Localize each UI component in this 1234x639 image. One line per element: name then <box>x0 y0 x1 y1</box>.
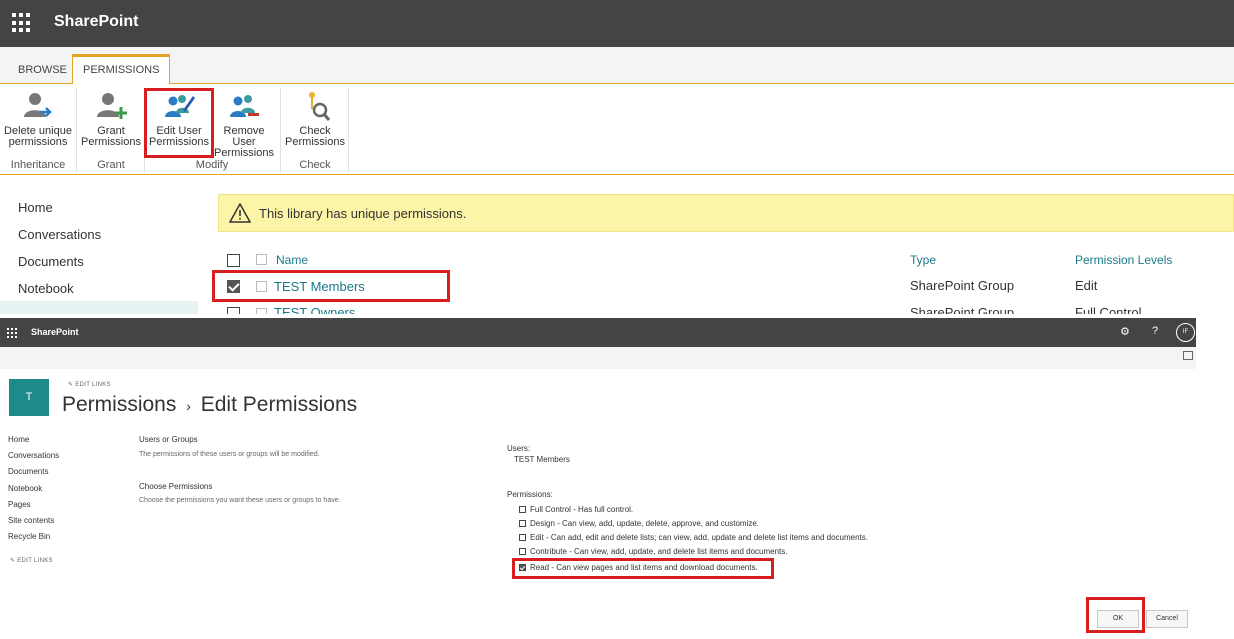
banner-text: This library has unique permissions. <box>259 206 467 221</box>
group-modify-label: Modify <box>195 159 229 171</box>
permission-checkbox[interactable] <box>519 520 526 528</box>
permission-checkbox[interactable] <box>519 534 526 542</box>
nav-home[interactable]: Home <box>18 200 101 227</box>
ribbon-separator <box>76 88 77 172</box>
select-all-secondary-checkbox[interactable] <box>256 254 267 265</box>
column-header-permission-levels[interactable]: Permission Levels <box>1075 253 1172 267</box>
grant-permissions-button[interactable]: Grant Permissions <box>80 90 142 148</box>
breadcrumb-separator: › <box>186 398 191 414</box>
edit-links-top[interactable]: ✎ EDIT LINKS <box>68 381 111 388</box>
highlight-ok-button <box>1086 597 1145 633</box>
nav-conversations[interactable]: Conversations <box>8 451 59 467</box>
row-name-test-owners[interactable]: TEST Owners <box>274 305 355 314</box>
site-logo[interactable]: T <box>9 379 49 416</box>
ribbon-separator <box>348 88 349 172</box>
permission-text: Edit - Can add, edit and delete lists; c… <box>530 533 868 542</box>
row-type: SharePoint Group <box>910 278 1015 293</box>
focus-mode-icon[interactable] <box>1183 351 1193 360</box>
permission-checkbox[interactable] <box>519 506 526 514</box>
check-permissions-button[interactable]: Check Permissions <box>284 90 346 148</box>
permission-text: Contribute - Can view, add, update, and … <box>530 547 788 556</box>
help-icon[interactable]: ? <box>1152 325 1158 337</box>
permission-checkbox[interactable] <box>519 548 526 556</box>
left-navigation: Home Conversations Documents Notebook Pa… <box>8 435 59 548</box>
warning-icon <box>229 203 251 223</box>
nav-pages[interactable]: Pages <box>8 500 59 516</box>
ribbon-tabs: BROWSE PERMISSIONS <box>0 47 1234 85</box>
edit-links-nav[interactable]: ✎ EDIT LINKS <box>10 557 53 564</box>
column-header-name[interactable]: Name <box>276 253 308 267</box>
users-label: Users: <box>507 444 531 453</box>
highlight-edit-user-permissions <box>144 88 214 158</box>
remove-user-label-1: Remove User <box>223 125 265 148</box>
ribbon-separator <box>280 88 281 172</box>
page-title-parent[interactable]: Permissions <box>62 393 176 416</box>
app-name[interactable]: SharePoint <box>54 13 138 31</box>
column-header-type[interactable]: Type <box>910 253 936 267</box>
app-name[interactable]: SharePoint <box>31 327 79 337</box>
row-checkbox-test-owners[interactable] <box>227 307 240 314</box>
group-grant-label: Grant <box>97 159 125 171</box>
page-title: Permissions › Edit Permissions <box>62 393 357 417</box>
left-navigation: Home Conversations Documents Notebook <box>18 200 101 308</box>
permission-edit[interactable]: Edit - Can add, edit and delete lists; c… <box>519 533 868 542</box>
suite-bar: SharePoint ⚙ ? IF <box>0 318 1196 347</box>
remove-user-label-2: Permissions <box>214 147 274 159</box>
nav-site-contents[interactable]: Site contents <box>8 516 59 532</box>
row-permission-level: Full Control <box>1075 305 1142 314</box>
highlight-test-members-row <box>212 270 450 302</box>
check-label-2: Permissions <box>285 136 345 148</box>
group-inheritance-label: Inheritance <box>10 159 66 171</box>
row-type: SharePoint Group <box>910 305 1015 314</box>
unique-permissions-banner: This library has unique permissions. <box>218 194 1234 232</box>
grant-permissions-icon <box>97 93 127 119</box>
app-launcher-icon[interactable] <box>7 328 17 338</box>
delete-unique-label-2: permissions <box>8 136 68 148</box>
nav-notebook[interactable]: Notebook <box>18 281 101 308</box>
highlight-read-permission <box>512 558 774 579</box>
permission-text: Design - Can view, add, update, delete, … <box>530 519 760 528</box>
user-avatar[interactable]: IF <box>1176 323 1195 342</box>
remove-user-permissions-icon <box>230 95 259 117</box>
edit-permissions-screen: SharePoint ⚙ ? IF T ✎ EDIT LINKS Permiss… <box>0 314 1234 639</box>
permission-design[interactable]: Design - Can view, add, update, delete, … <box>519 519 759 528</box>
permission-full-control[interactable]: Full Control - Has full control. <box>519 505 633 514</box>
users-section-title: Users or Groups <box>139 435 198 444</box>
choose-section-title: Choose Permissions <box>139 482 213 491</box>
nav-conversations[interactable]: Conversations <box>18 227 101 254</box>
delete-unique-permissions-button[interactable]: Delete unique permissions <box>3 90 73 148</box>
library-permissions-screen: SharePoint BROWSE PERMISSIONS Delete uni… <box>0 0 1234 314</box>
settings-gear-icon[interactable]: ⚙ <box>1120 325 1130 338</box>
users-value: TEST Members <box>514 455 570 464</box>
nav-documents[interactable]: Documents <box>18 254 101 281</box>
suite-bar: SharePoint <box>0 0 1234 47</box>
nav-recycle-bin[interactable]: Recycle Bin <box>8 532 59 548</box>
grant-label-2: Permissions <box>81 136 141 148</box>
app-launcher-icon[interactable] <box>12 13 32 33</box>
nav-notebook[interactable]: Notebook <box>8 484 59 500</box>
delete-unique-permissions-icon <box>24 93 52 117</box>
group-check-label: Check <box>299 159 331 171</box>
cancel-button[interactable]: Cancel <box>1146 610 1188 628</box>
command-bar <box>0 347 1196 369</box>
remove-user-permissions-button[interactable]: Remove User Permissions <box>211 90 277 159</box>
tab-browse[interactable]: BROWSE <box>8 59 77 84</box>
users-section-description: The permissions of these users or groups… <box>139 451 320 458</box>
nav-documents[interactable]: Documents <box>8 467 59 483</box>
row-permission-level: Edit <box>1075 278 1098 293</box>
edit-links-label: EDIT LINKS <box>75 382 111 388</box>
permission-text: Full Control - Has full control. <box>530 505 634 514</box>
permission-contribute[interactable]: Contribute - Can view, add, update, and … <box>519 547 787 556</box>
tab-permissions[interactable]: PERMISSIONS <box>72 54 171 85</box>
page-title-current: Edit Permissions <box>200 393 358 416</box>
check-permissions-icon <box>309 92 331 121</box>
permissions-label: Permissions: <box>507 490 553 499</box>
choose-section-description: Choose the permissions you want these us… <box>139 497 341 504</box>
select-all-checkbox[interactable] <box>227 254 240 267</box>
edit-links-label: EDIT LINKS <box>17 558 53 564</box>
nav-home[interactable]: Home <box>8 435 59 451</box>
